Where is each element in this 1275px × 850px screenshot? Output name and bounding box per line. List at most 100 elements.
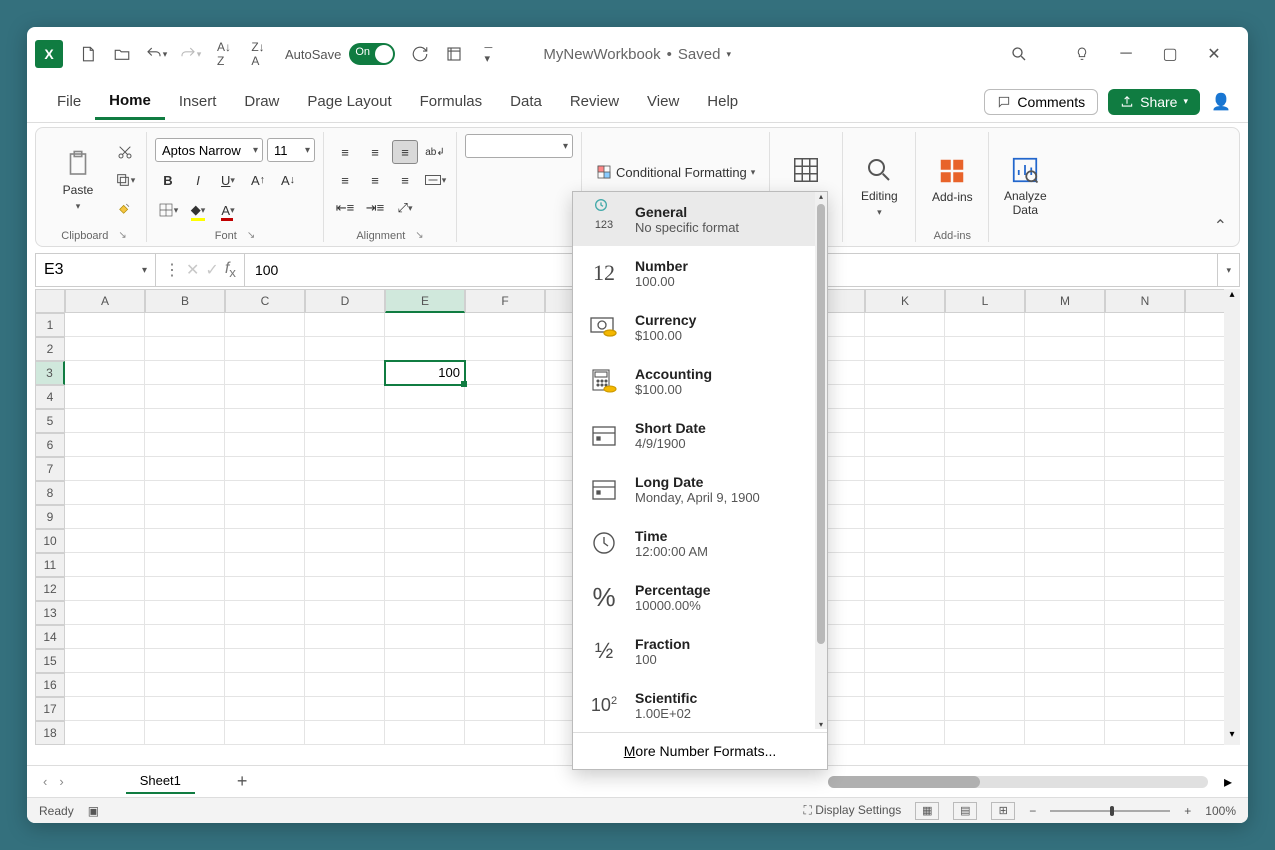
- cell[interactable]: [1105, 529, 1185, 553]
- tab-review[interactable]: Review: [556, 85, 633, 118]
- cell[interactable]: [305, 577, 385, 601]
- cell[interactable]: [385, 601, 465, 625]
- row-header[interactable]: 14: [35, 625, 65, 649]
- number-format-option-long-date[interactable]: Long DateMonday, April 9, 1900: [573, 462, 827, 516]
- cell[interactable]: [945, 577, 1025, 601]
- cell[interactable]: [1105, 433, 1185, 457]
- cell[interactable]: [465, 505, 545, 529]
- cell[interactable]: [65, 505, 145, 529]
- cell[interactable]: [385, 529, 465, 553]
- cell[interactable]: [225, 529, 305, 553]
- tips-icon[interactable]: [1072, 44, 1092, 64]
- number-format-option-percentage[interactable]: %Percentage10000.00%: [573, 570, 827, 624]
- number-format-combo[interactable]: [465, 134, 573, 158]
- minimize-button[interactable]: ─: [1116, 44, 1136, 64]
- close-button[interactable]: ✕: [1204, 44, 1224, 64]
- cell[interactable]: [1025, 577, 1105, 601]
- cell[interactable]: [1025, 385, 1105, 409]
- tab-data[interactable]: Data: [496, 85, 556, 118]
- expand-formula-bar[interactable]: ▾: [1217, 254, 1239, 286]
- cell[interactable]: [465, 361, 545, 385]
- cell[interactable]: [305, 649, 385, 673]
- cell[interactable]: [945, 457, 1025, 481]
- cell[interactable]: [465, 529, 545, 553]
- fill-color-button[interactable]: ◆▾: [185, 198, 211, 222]
- increase-indent-button[interactable]: ⇥≡: [362, 196, 388, 220]
- cell[interactable]: [945, 481, 1025, 505]
- maximize-button[interactable]: ▢: [1160, 44, 1180, 64]
- cell[interactable]: [225, 385, 305, 409]
- cell[interactable]: [865, 601, 945, 625]
- cell[interactable]: [385, 577, 465, 601]
- cell[interactable]: [145, 433, 225, 457]
- bold-button[interactable]: B: [155, 168, 181, 192]
- cell[interactable]: [145, 697, 225, 721]
- name-box[interactable]: E3: [36, 254, 156, 286]
- column-header[interactable]: A: [65, 289, 145, 313]
- cell[interactable]: [385, 313, 465, 337]
- cell[interactable]: [145, 409, 225, 433]
- cell[interactable]: [385, 625, 465, 649]
- cell[interactable]: [305, 625, 385, 649]
- more-number-formats[interactable]: More Number Formats...: [573, 732, 827, 769]
- cell[interactable]: [865, 337, 945, 361]
- normal-view-button[interactable]: ▦: [915, 802, 939, 820]
- cell[interactable]: [1025, 553, 1105, 577]
- cell[interactable]: [305, 481, 385, 505]
- tab-draw[interactable]: Draw: [230, 85, 293, 118]
- cut-button[interactable]: [112, 140, 138, 164]
- row-header[interactable]: 13: [35, 601, 65, 625]
- cell[interactable]: [465, 457, 545, 481]
- row-header[interactable]: 5: [35, 409, 65, 433]
- row-header[interactable]: 7: [35, 457, 65, 481]
- sheet-nav-next[interactable]: ›: [59, 774, 63, 789]
- cell[interactable]: [1025, 649, 1105, 673]
- cell[interactable]: [865, 361, 945, 385]
- document-title[interactable]: MyNewWorkbook • Saved ▾: [543, 46, 731, 63]
- number-format-option-accounting[interactable]: Accounting $100.00: [573, 354, 827, 408]
- cell[interactable]: [145, 529, 225, 553]
- cell[interactable]: [465, 673, 545, 697]
- cell[interactable]: [145, 625, 225, 649]
- cell[interactable]: [945, 529, 1025, 553]
- select-all-corner[interactable]: [35, 289, 65, 313]
- cell[interactable]: [145, 337, 225, 361]
- underline-button[interactable]: U▾: [215, 168, 241, 192]
- decrease-font-button[interactable]: A↓: [275, 168, 301, 192]
- sheet-tab-sheet1[interactable]: Sheet1: [126, 769, 195, 794]
- cell[interactable]: [305, 553, 385, 577]
- column-header[interactable]: N: [1105, 289, 1185, 313]
- sort-asc-icon[interactable]: A↓Z: [209, 39, 239, 69]
- cell[interactable]: [225, 433, 305, 457]
- cell[interactable]: [1025, 505, 1105, 529]
- number-format-option-short-date[interactable]: Short Date4/9/1900: [573, 408, 827, 462]
- cell[interactable]: [65, 697, 145, 721]
- italic-button[interactable]: I: [185, 168, 211, 192]
- cell[interactable]: [225, 505, 305, 529]
- cell[interactable]: [465, 553, 545, 577]
- cell[interactable]: [65, 649, 145, 673]
- cell[interactable]: [145, 673, 225, 697]
- tab-insert[interactable]: Insert: [165, 85, 231, 118]
- cell[interactable]: [865, 649, 945, 673]
- cell[interactable]: [945, 505, 1025, 529]
- decrease-indent-button[interactable]: ⇤≡: [332, 196, 358, 220]
- cell[interactable]: [865, 481, 945, 505]
- cell[interactable]: [145, 649, 225, 673]
- cell[interactable]: [945, 721, 1025, 745]
- page-break-view-button[interactable]: ⊞: [991, 802, 1015, 820]
- cell[interactable]: [65, 673, 145, 697]
- cell[interactable]: [1025, 721, 1105, 745]
- zoom-level[interactable]: 100%: [1205, 804, 1236, 818]
- new-file-icon[interactable]: [73, 39, 103, 69]
- cell[interactable]: [865, 313, 945, 337]
- collapse-ribbon-button[interactable]: ⌃: [1208, 132, 1233, 242]
- tab-file[interactable]: File: [43, 85, 95, 118]
- cell[interactable]: [945, 553, 1025, 577]
- cell[interactable]: [865, 673, 945, 697]
- search-button[interactable]: [1006, 41, 1032, 67]
- cell[interactable]: [65, 361, 145, 385]
- cell[interactable]: [1105, 385, 1185, 409]
- zoom-slider[interactable]: [1050, 810, 1170, 812]
- cell[interactable]: [225, 673, 305, 697]
